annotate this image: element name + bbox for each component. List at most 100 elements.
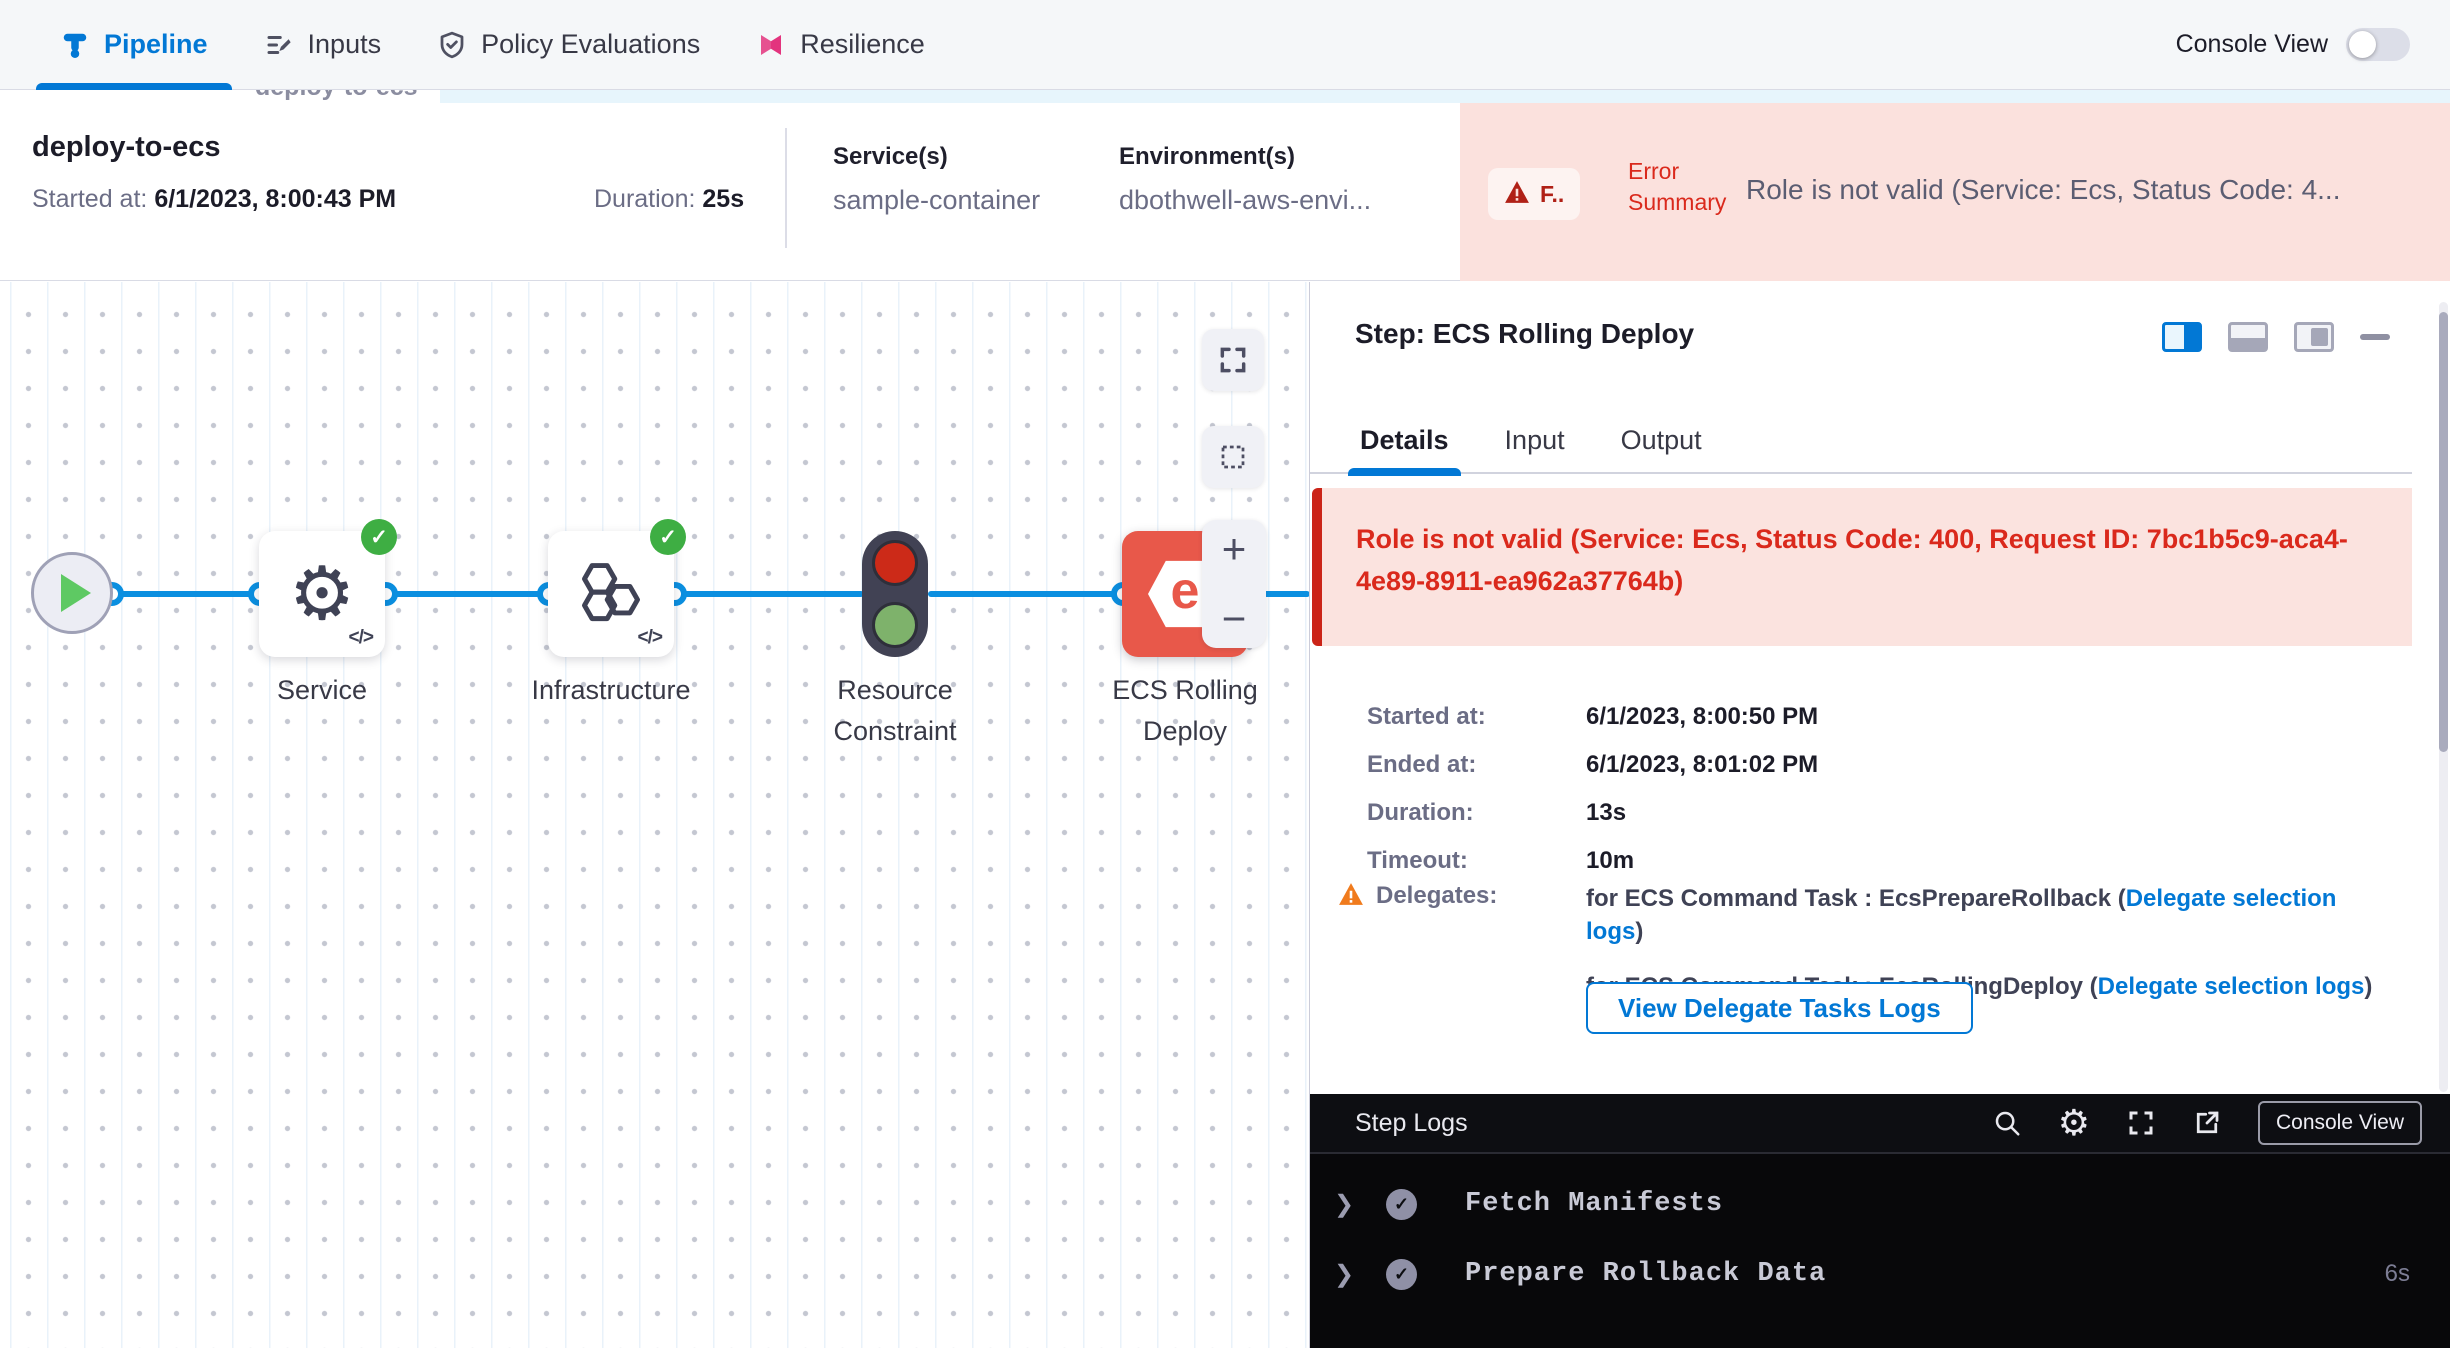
step-logs-toolbar: ⚙ Console View — [1992, 1101, 2422, 1145]
header-divider — [785, 128, 787, 248]
console-view-toggle[interactable] — [2346, 28, 2410, 61]
run-started-at: Started at: 6/1/2023, 8:00:43 PM — [32, 185, 396, 214]
details-tab-underline — [1348, 468, 1461, 476]
node-service[interactable]: ⚙ </> ✓ — [259, 531, 385, 657]
inputs-icon — [264, 30, 294, 60]
error-summary-label: Error Summary — [1628, 156, 1748, 218]
log-section-fetch-manifests[interactable]: ❯ ✓ Fetch Manifests — [1310, 1182, 2450, 1226]
node-label-infrastructure[interactable]: Infrastructure — [498, 670, 724, 711]
log-section-prepare-rollback-data[interactable]: ❯ ✓ Prepare Rollback Data 6s — [1310, 1252, 2450, 1296]
scrollbar-thumb[interactable] — [2439, 312, 2448, 752]
panel-scrollbar[interactable] — [2439, 302, 2448, 1092]
edge-service-infra — [385, 591, 551, 597]
tab-input[interactable]: Input — [1505, 407, 1565, 473]
step-details-panel: Step: ECS Rolling Deploy Details Input O… — [1310, 282, 2450, 1348]
delegate-selection-logs-link[interactable]: Delegate selection logs — [2098, 973, 2365, 1000]
step-logs-title: Step Logs — [1355, 1109, 1468, 1138]
services-label: Service(s) — [833, 143, 1040, 171]
status-badge-text: F.. — [1540, 181, 1564, 208]
log-section-duration: 6s — [2385, 1260, 2410, 1288]
tab-pipeline-label: Pipeline — [104, 29, 208, 60]
tab-policy-evaluations-label: Policy Evaluations — [481, 29, 700, 60]
console-view-control: Console View — [2176, 28, 2410, 61]
step-panel-title: Step: ECS Rolling Deploy — [1355, 318, 1694, 350]
tab-inputs-label: Inputs — [308, 29, 382, 60]
zoom-in-button[interactable]: + — [1222, 526, 1247, 572]
logs-console-view-button[interactable]: Console View — [2258, 1101, 2422, 1145]
step-error-banner: Role is not valid (Service: Ecs, Status … — [1312, 488, 2412, 646]
resilience-icon — [756, 30, 786, 60]
tab-resilience-label: Resilience — [800, 29, 925, 60]
environments-label: Environment(s) — [1119, 143, 1371, 171]
pipeline-start-node[interactable] — [31, 552, 113, 634]
chevron-right-icon[interactable]: ❯ — [1334, 1190, 1354, 1219]
canvas-zoom-controls: + − — [1202, 520, 1266, 648]
log-section-name: Fetch Manifests — [1465, 1189, 1723, 1219]
node-label-ecs-rolling-deploy[interactable]: ECS Rolling Deploy — [1085, 670, 1285, 752]
environments-value[interactable]: dbothwell-aws-envi... — [1119, 185, 1371, 216]
environments-column: Environment(s) dbothwell-aws-envi... — [1119, 143, 1371, 216]
view-delegate-tasks-logs-button[interactable]: View Delegate Tasks Logs — [1586, 982, 1973, 1034]
delegate-entry: for ECS Command Task : EcsPrepareRollbac… — [1586, 882, 2376, 948]
pipeline-run-header: deploy-to-ecs Started at: 6/1/2023, 8:00… — [0, 103, 2450, 281]
duration-label: Duration: — [594, 185, 695, 213]
log-section-name: Prepare Rollback Data — [1465, 1259, 1826, 1289]
toggle-knob — [2349, 31, 2376, 58]
tab-policy-evaluations[interactable]: Policy Evaluations — [409, 0, 728, 90]
services-value[interactable]: sample-container — [833, 185, 1040, 216]
detail-row-timeout: Timeout: 10m — [1367, 847, 1468, 875]
node-resource-constraint[interactable] — [862, 531, 928, 657]
scrolled-stage-name: deploy-to-ecs — [255, 90, 418, 102]
success-check-icon: ✓ — [650, 519, 686, 555]
layout-bottom-icon[interactable] — [2228, 322, 2268, 352]
chevron-right-icon[interactable]: ❯ — [1334, 1260, 1354, 1289]
layout-right-icon[interactable] — [2294, 322, 2334, 352]
expand-logs-icon[interactable] — [2126, 1108, 2156, 1138]
pipeline-icon — [60, 30, 90, 60]
policy-evaluations-icon — [437, 30, 467, 60]
open-in-new-icon[interactable] — [2192, 1108, 2222, 1138]
step-panel-tabs: Details Input Output — [1310, 408, 2412, 474]
active-tab-underline — [36, 83, 232, 90]
tab-pipeline[interactable]: Pipeline — [32, 0, 236, 90]
error-summary-value: Role is not valid (Service: Ecs, Status … — [1746, 174, 2446, 206]
pipeline-canvas[interactable]: ⚙ </> ✓ Service </> ✓ Infrastructure Res… — [0, 282, 1310, 1348]
minimize-icon[interactable] — [2360, 334, 2390, 340]
error-summary-region: F.. Error Summary Role is not valid (Ser… — [1460, 90, 2450, 281]
failed-warning-icon — [1504, 180, 1530, 209]
delegates-label: Delegates: — [1376, 882, 1497, 913]
node-label-resource-constraint[interactable]: Resource Constraint — [785, 670, 1005, 752]
layout-split-right-icon[interactable] — [2162, 322, 2202, 352]
services-column: Service(s) sample-container — [833, 143, 1040, 216]
play-icon — [61, 574, 91, 612]
detail-row-started: Started at: 6/1/2023, 8:00:50 PM — [1367, 703, 1486, 731]
edge-constraint-ecs — [928, 591, 1126, 597]
step-logs-area: ❯ ✓ Fetch Manifests ❯ ✓ Prepare Rollback… — [1310, 1154, 2450, 1348]
delegates-label-row: Delegates: — [1338, 882, 1497, 913]
started-at-value: 6/1/2023, 8:00:43 PM — [154, 185, 396, 213]
search-icon[interactable] — [1992, 1108, 2022, 1138]
check-circle-icon: ✓ — [1386, 1259, 1417, 1290]
status-badge: F.. — [1488, 168, 1580, 220]
started-at-label: Started at: — [32, 185, 147, 213]
traffic-light-green — [872, 602, 918, 648]
tab-inputs[interactable]: Inputs — [236, 0, 410, 90]
tab-output[interactable]: Output — [1621, 407, 1702, 473]
log-settings-gear-icon[interactable]: ⚙ — [2058, 1105, 2090, 1141]
run-duration: Duration: 25s — [594, 185, 744, 214]
success-check-icon: ✓ — [361, 519, 397, 555]
scrolled-content-strip: deploy-to-ecs — [0, 90, 2450, 103]
zoom-out-button[interactable]: − — [1222, 596, 1247, 642]
node-infrastructure[interactable]: </> ✓ — [548, 531, 674, 657]
fullscreen-icon — [1217, 344, 1249, 376]
canvas-fullscreen-button[interactable] — [1202, 329, 1264, 391]
panel-layout-controls — [2162, 322, 2390, 352]
node-label-service[interactable]: Service — [232, 670, 412, 711]
tab-details[interactable]: Details — [1360, 407, 1449, 473]
pipeline-name: deploy-to-ecs — [32, 131, 221, 164]
console-view-label: Console View — [2176, 30, 2328, 59]
canvas-select-button[interactable] — [1202, 426, 1264, 488]
tab-resilience[interactable]: Resilience — [728, 0, 953, 90]
edge-infra-constraint — [674, 591, 864, 597]
detail-row-duration: Duration: 13s — [1367, 799, 1474, 827]
